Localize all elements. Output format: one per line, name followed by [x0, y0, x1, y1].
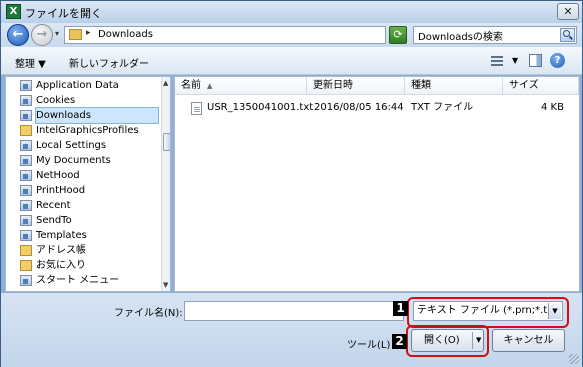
nav-item-nethood[interactable]: NetHood [20, 168, 158, 183]
folder-icon [69, 29, 82, 40]
open-file-dialog: X ファイルを開く ✕ ← → ▾ ▸ Downloads ▾ ⟳ 整理 ▼ 新… [0, 0, 583, 367]
nav-item-downloads[interactable]: Downloads [20, 107, 159, 124]
nav-item-label: IntelGraphicsProfiles [36, 125, 139, 136]
nav-item-application-data[interactable]: Application Data [20, 78, 158, 93]
nav-item-label: Cookies [36, 95, 76, 106]
callout-highlight-open [406, 325, 489, 357]
organize-button[interactable]: 整理 ▼ [15, 55, 46, 70]
nav-item-favorites[interactable]: お気に入り [20, 258, 158, 273]
tools-menu-label: ツール(L) [347, 340, 391, 351]
file-row[interactable]: USR_1350041001.txt 2016/08/05 16:44 TXT … [175, 99, 579, 117]
shortcut-folder-icon [20, 110, 32, 121]
nav-item-label: Local Settings [36, 140, 107, 151]
excel-icon: X [6, 4, 21, 19]
window-title: ファイルを開く [25, 7, 102, 20]
scroll-down-icon[interactable]: ▼ [163, 281, 168, 289]
file-modified: 2016/08/05 16:44 [314, 102, 404, 113]
nav-item-label: お気に入り [36, 260, 86, 271]
nav-item-printhood[interactable]: PrintHood [20, 183, 158, 198]
search-icon[interactable] [560, 28, 575, 42]
back-button[interactable]: ← [7, 24, 29, 46]
shortcut-folder-icon [20, 95, 32, 106]
nav-item-label: Downloads [36, 110, 91, 121]
filename-label: ファイル名(N): [114, 308, 183, 319]
nav-item-label: My Documents [36, 155, 111, 166]
file-list[interactable]: 名前 ▲ 更新日時 種類 サイズ USR_1350041001.txt 2016/… [174, 76, 580, 292]
column-header-modified[interactable]: 更新日時 [307, 77, 405, 95]
nav-item-label: Templates [36, 230, 87, 241]
nav-item-recent[interactable]: Recent [20, 198, 158, 213]
nav-item-sendto[interactable]: SendTo [20, 213, 158, 228]
file-size: 4 KB [541, 102, 564, 113]
shortcut-folder-icon [20, 200, 32, 211]
nav-item-local-settings[interactable]: Local Settings [20, 138, 158, 153]
nav-item-label: スタート メニュー [36, 275, 120, 286]
shortcut-folder-icon [20, 80, 32, 91]
callout-number-2: 2 [392, 334, 407, 349]
nav-item-label: NetHood [36, 170, 80, 181]
shortcut-folder-icon [20, 275, 32, 286]
new-folder-button[interactable]: 新しいフォルダー [69, 55, 149, 70]
column-header-name[interactable]: 名前 ▲ [175, 77, 307, 95]
shortcut-folder-icon [20, 215, 32, 226]
file-name: USR_1350041001.txt [207, 102, 314, 113]
search-box[interactable] [413, 26, 577, 44]
nav-item-label: Application Data [36, 80, 119, 91]
shortcut-folder-icon [20, 230, 32, 241]
column-name-label: 名前 [181, 80, 201, 91]
close-button[interactable]: ✕ [557, 3, 579, 20]
file-type: TXT ファイル [411, 102, 474, 113]
scroll-up-icon[interactable]: ▲ [163, 79, 168, 87]
filename-input[interactable] [184, 301, 404, 321]
breadcrumb-separator-icon[interactable]: ▸ [86, 28, 91, 38]
cancel-button[interactable]: キャンセル [492, 329, 565, 352]
callout-number-1: 1 [393, 301, 408, 316]
nav-item-start-menu[interactable]: スタート メニュー [20, 273, 158, 288]
nav-item-label: Recent [36, 200, 71, 211]
shortcut-folder-icon [20, 185, 32, 196]
help-icon[interactable]: ? [550, 53, 565, 68]
text-file-icon [191, 102, 202, 115]
nav-item-my-documents[interactable]: My Documents [20, 153, 158, 168]
folder-icon [20, 125, 32, 136]
command-toolbar: 整理 ▼ 新しいフォルダー ▼ ? [1, 47, 582, 75]
nav-item-address-book[interactable]: アドレス帳 [20, 243, 158, 258]
navigation-scrollbar[interactable]: ▲ ▼ [161, 77, 170, 291]
folder-icon [20, 260, 32, 271]
callout-highlight-filter [407, 297, 569, 328]
view-options-icon[interactable] [491, 56, 503, 66]
view-options-dropdown[interactable]: ▼ [512, 56, 518, 65]
shortcut-folder-icon [20, 155, 32, 166]
shortcut-folder-icon [20, 140, 32, 151]
preview-pane-icon[interactable] [529, 54, 542, 67]
resize-grip[interactable] [569, 354, 579, 364]
sort-ascending-icon: ▲ [207, 82, 213, 90]
refresh-button[interactable]: ⟳ [389, 26, 407, 44]
title-bar: X ファイルを開く ✕ [1, 1, 582, 23]
recent-locations-dropdown[interactable]: ▾ [55, 29, 59, 38]
forward-button[interactable]: → [31, 24, 53, 46]
nav-item-intelgraphicsprofiles[interactable]: IntelGraphicsProfiles [20, 123, 158, 138]
folder-icon [20, 245, 32, 256]
nav-item-label: SendTo [36, 215, 72, 226]
column-header-type[interactable]: 種類 [405, 77, 503, 95]
nav-item-label: アドレス帳 [36, 245, 86, 256]
shortcut-folder-icon [20, 170, 32, 181]
search-handle [569, 35, 573, 40]
search-input[interactable] [418, 28, 552, 42]
column-header-size[interactable]: サイズ [503, 77, 579, 95]
breadcrumb-downloads[interactable]: Downloads [98, 29, 153, 40]
address-row: ← → ▾ ▸ Downloads ▾ ⟳ [1, 23, 582, 47]
scroll-thumb[interactable] [163, 133, 170, 151]
address-bar[interactable]: ▸ Downloads ▾ [64, 26, 442, 44]
navigation-pane[interactable]: Application Data Cookies Downloads Intel… [5, 76, 171, 292]
nav-item-cookies[interactable]: Cookies [20, 93, 158, 108]
nav-item-label: PrintHood [36, 185, 86, 196]
nav-item-templates[interactable]: Templates [20, 228, 158, 243]
